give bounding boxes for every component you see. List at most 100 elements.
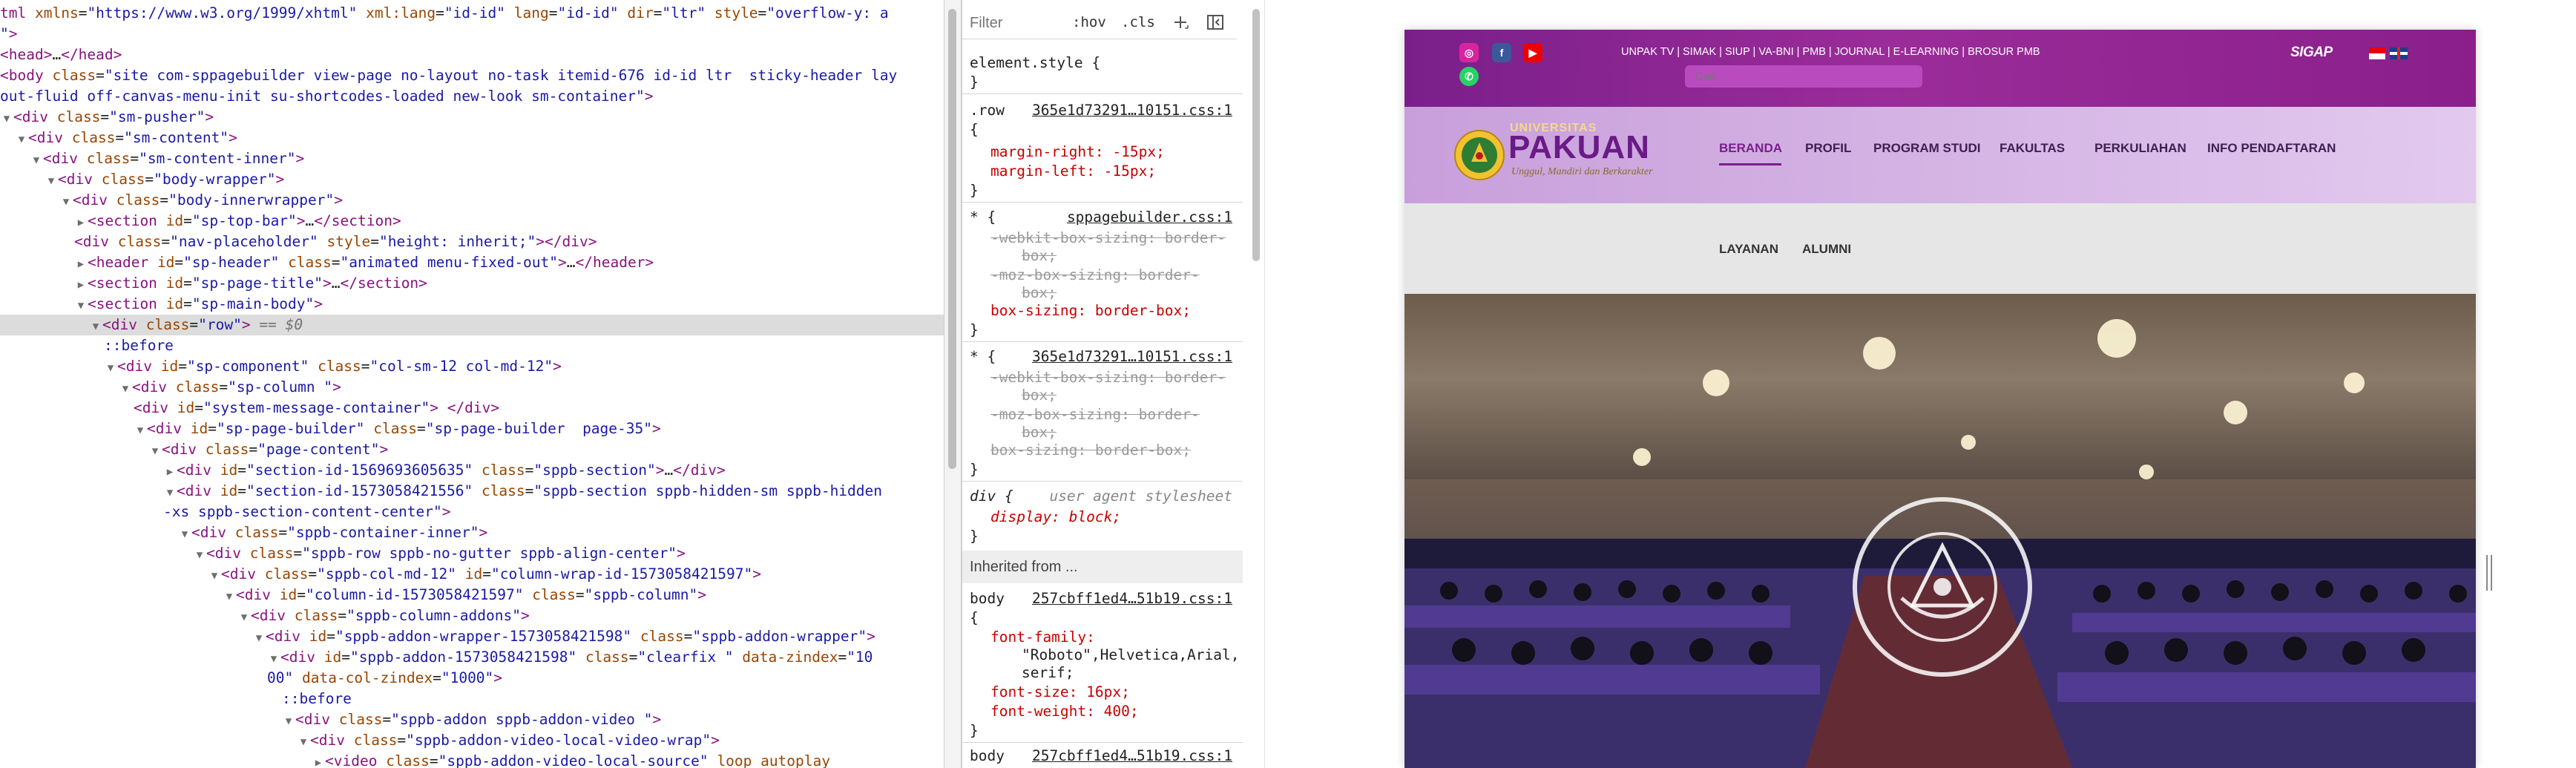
dom-node-line[interactable]: ▶ <section id="sp-page-title">…</section> [0,273,944,294]
dom-node-line[interactable]: ▶ <header id="sp-header" class="animated … [0,252,944,273]
university-logo-icon[interactable] [1453,129,1505,181]
moz-box-sizing-continuation: box; [1022,424,1057,441]
hov-toggle-button[interactable]: :hov [1072,12,1106,33]
menu-program-studi[interactable]: PROGRAM STUDI [1873,141,1981,156]
instagram-icon[interactable]: ◎ [1459,43,1479,62]
margin-left-declaration[interactable]: margin-left: -15px; [990,162,1156,181]
webkit-box-sizing-declaration[interactable]: -webkit-box-sizing: border- [990,229,1226,248]
dom-node-line[interactable]: ▼ <div class="sppb-addon-video-local-vide… [0,730,944,751]
font-family-declaration[interactable]: font-family: [990,628,1095,647]
dom-node-line[interactable]: ▶ <video class="sppb-addon-video-local-so… [0,751,944,768]
menu-layanan[interactable]: LAYANAN [1719,242,1778,257]
dom-node-line[interactable]: <head>…</head> [0,45,944,65]
flag-en-icon[interactable] [2390,47,2408,59]
dom-node-line[interactable]: ::before [0,335,944,356]
dom-node-line[interactable]: ▼ <div class="sp-column "> [0,377,944,398]
dom-node-line[interactable]: out-fluid off-canvas-menu-init su-shortc… [0,86,944,107]
menu-info-pendaftaran[interactable]: INFO PENDAFTARAN [2207,141,2336,156]
quick-links[interactable]: UNPAK TV | SIMAK | SIUP | VA-BNI | PMB |… [1621,46,2040,58]
dom-node-line[interactable]: <body class="site com-sppagebuilder view… [0,65,944,86]
dom-node-line[interactable]: ▼ <div class="sm-content-inner"> [0,148,944,169]
whatsapp-icon[interactable]: ✆ [1459,67,1479,86]
dom-node-line[interactable]: ▼ <div id="sp-component" class="col-sm-12… [0,356,944,377]
facebook-icon[interactable]: f [1492,43,1511,62]
box-sizing-declaration-overridden[interactable]: box-sizing: border-box; [990,441,1191,460]
dom-node-line[interactable]: tml xmlns="https://www.w3.org/1999/xhtml… [0,3,944,24]
dom-node-line[interactable]: <div id="system-message-container"> </di… [0,398,944,419]
webkit-box-sizing-declaration[interactable]: -webkit-box-sizing: border- [990,368,1226,387]
dom-node-line[interactable]: 00" data-col-zindex="1000"> [0,668,944,689]
close-brace: } [970,528,979,545]
close-brace: } [970,722,979,739]
moz-box-sizing-declaration[interactable]: -moz-box-sizing: border- [990,405,1200,424]
box-sizing-declaration[interactable]: box-sizing: border-box; [990,301,1191,321]
dom-node-line[interactable]: ▼ <div id="column-id-1573058421597" class… [0,585,944,605]
dom-node-line[interactable]: ▼ <div id="sppb-addon-wrapper-15730584215… [0,626,944,647]
viewport-resize-handle[interactable] [2486,555,2492,591]
youtube-icon[interactable]: ▶ [1523,43,1542,62]
dom-tree-scrollbar[interactable] [944,0,962,768]
site-search-input[interactable] [1685,65,1922,88]
dom-node-line[interactable]: ▼ <div class="sppb-addon sppb-addon-video… [0,709,944,730]
menu-beranda[interactable]: BERANDA [1719,141,1782,156]
hero-video[interactable] [1404,294,2476,768]
row-rule-selector[interactable]: .row [970,101,1005,120]
body-rule-source-link[interactable]: 257cbff1ed4…51b19.css:1 [1032,589,1232,608]
elements-dom-tree[interactable]: tml xmlns="https://www.w3.org/1999/xhtml… [0,0,944,768]
cls-toggle-button[interactable]: .cls [1121,12,1155,33]
dom-node-line[interactable]: ▼ <div id="sp-page-builder" class="sp-pag… [0,419,944,439]
dom-node-line[interactable]: "> [0,24,944,45]
dom-node-line[interactable]: ▼ <div class="sppb-container-inner"> [0,522,944,543]
margin-right-declaration[interactable]: margin-right: -15px; [990,142,1165,162]
dom-node-line[interactable]: ▼ <div class="sppb-row sppb-no-gutter spp… [0,543,944,564]
menu-alumni[interactable]: ALUMNI [1802,242,1851,257]
dom-node-line[interactable]: ▼ <section id="sp-main-body"> [0,294,944,315]
dom-node-line[interactable]: ::before [0,689,944,709]
dom-node-selected[interactable]: ▼ <div class="row"> == $0 [0,315,944,335]
dom-node-line[interactable]: ▼ <div id="section-id-1573058421556" clas… [0,481,944,502]
dom-tree-scroll-thumb[interactable] [948,9,956,469]
element-style-selector[interactable]: element.style { [970,53,1100,73]
dom-node-line[interactable]: ▶ <div id="section-id-1569693605635" clas… [0,460,944,481]
flag-id-icon[interactable] [2369,47,2385,59]
menu-fakultas[interactable]: FAKULTAS [2000,141,2065,156]
dom-node-line[interactable]: ▼ <div id="sppb-addon-1573058421598" clas… [0,647,944,668]
font-weight-declaration[interactable]: font-weight: 400; [990,702,1139,721]
webkit-box-sizing-continuation: box; [1022,387,1057,404]
webkit-box-sizing-continuation: box; [1022,247,1057,264]
moz-box-sizing-declaration[interactable]: -moz-box-sizing: border- [990,266,1200,285]
dom-node-line[interactable]: ▼ <div class="sm-content"> [0,128,944,148]
sigap-logo[interactable]: SIGAP [2290,45,2333,61]
university-name[interactable]: PAKUAN [1508,129,1650,166]
font-size-declaration[interactable]: font-size: 16px; [990,683,1130,702]
page-viewport: ◎ f ▶ ✆ UNPAK TV | SIMAK | SIUP | VA-BNI… [1264,0,2576,768]
body-rule-2-source-link[interactable]: 257cbff1ed4…51b19.css:1 [1032,746,1232,766]
rule-divider [962,93,1243,94]
universal-rule-selector[interactable]: * { [970,347,996,367]
menu-perkuliahan[interactable]: PERKULIAHAN [2094,141,2186,156]
sppagebuilder-source-link[interactable]: sppagebuilder.css:1 [1067,208,1232,227]
toggle-sidebar-icon[interactable] [1207,15,1223,30]
styles-scrollbar[interactable] [1252,9,1260,261]
theme-css-source-link[interactable]: 365e1d73291…10151.css:1 [1032,347,1232,367]
menu-profil[interactable]: PROFIL [1805,141,1851,156]
dom-node-line[interactable]: ▶ <section id="sp-top-bar">…</section> [0,211,944,232]
dom-node-line[interactable]: -xs sppb-section-content-center"> [0,502,944,522]
university-tagline: Unggul, Mandiri dan Berkarakter [1511,166,1653,177]
styles-filter-input[interactable] [968,12,1066,34]
dom-node-line[interactable]: ▼ <div class="sppb-col-md-12" id="column-… [0,564,944,585]
dom-node-line[interactable]: ▼ <div class="body-wrapper"> [0,169,944,190]
universal-rule-selector[interactable]: * { [970,208,996,227]
row-rule-source-link[interactable]: 365e1d73291…10151.css:1 [1032,101,1232,120]
dom-node-line[interactable]: ▼ <div class="page-content"> [0,439,944,460]
dom-node-line[interactable]: ▼ <div class="sm-pusher"> [0,107,944,128]
dom-node-line[interactable]: ▼ <div class="body-innerwrapper"> [0,190,944,211]
active-menu-indicator [1719,163,1781,165]
body-rule-2-selector[interactable]: body [970,746,1005,766]
dom-node-line[interactable]: <div class="nav-placeholder" style="heig… [0,232,944,252]
dom-node-line[interactable]: ▼ <div class="sppb-column-addons"> [0,605,944,626]
main-navigation: UNIVERSITAS PAKUAN Unggul, Mandiri dan B… [1404,107,2476,203]
new-style-rule-icon[interactable] [1172,13,1189,31]
open-brace: { [970,121,979,138]
body-rule-selector[interactable]: body [970,589,1005,608]
